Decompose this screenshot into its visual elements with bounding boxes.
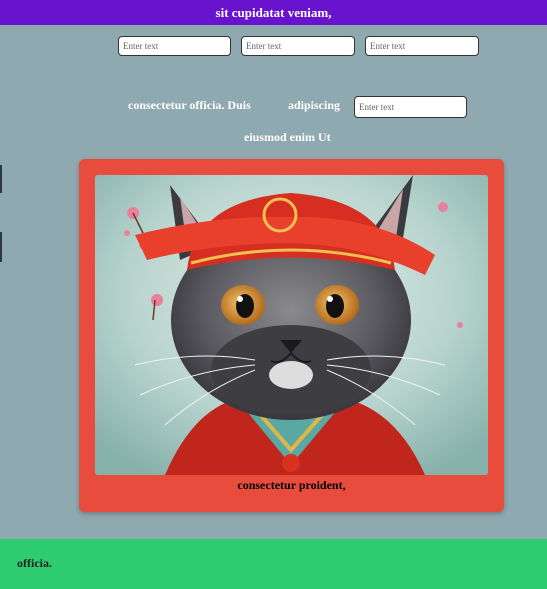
form-label-1: consectetur officia. Duis	[128, 98, 251, 112]
cat-portrait-image	[95, 175, 488, 475]
form-label-3: eiusmod enim Ut	[244, 130, 331, 144]
image-caption: consectetur proident,	[237, 478, 346, 492]
form-label-2: adipiscing	[288, 98, 341, 112]
text-input-4[interactable]	[354, 96, 467, 118]
footer-text: officia.	[17, 556, 52, 570]
text-input-2[interactable]	[241, 36, 355, 56]
header-bar: sit cupidatat veniam,	[0, 0, 547, 25]
text-input-1[interactable]	[118, 36, 231, 56]
left-edge-divider	[0, 232, 2, 262]
page-title: sit cupidatat veniam,	[215, 5, 332, 20]
left-edge-divider	[0, 165, 2, 193]
image-card: consectetur proident,	[79, 159, 504, 512]
footer-bar: officia.	[0, 539, 547, 589]
text-input-3[interactable]	[365, 36, 479, 56]
